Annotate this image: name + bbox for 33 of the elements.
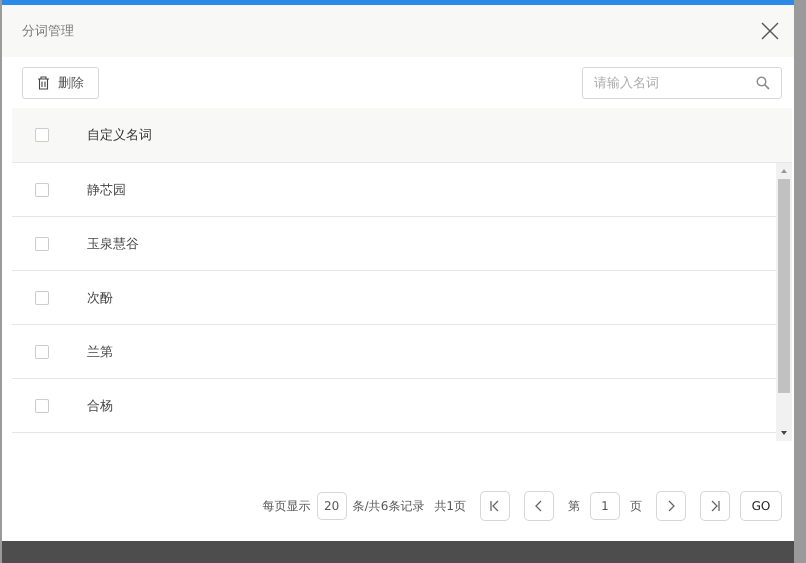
table-cell-text: 玉泉慧谷 <box>87 236 139 252</box>
checkbox[interactable] <box>35 182 49 196</box>
page-prefix: 第 <box>568 498 580 514</box>
checkbox[interactable] <box>35 128 49 142</box>
table-cell-text: 静芯园 <box>87 182 126 198</box>
per-page-label: 每页显示 <box>262 498 311 514</box>
table-cell-text: 兰第 <box>87 344 113 360</box>
page-suffix: 页 <box>630 498 642 514</box>
next-page-button[interactable] <box>656 491 686 521</box>
prev-page-button[interactable] <box>524 491 554 521</box>
last-page-button[interactable] <box>700 491 730 521</box>
checkbox[interactable] <box>35 344 49 358</box>
per-page-field[interactable]: 20 <box>316 492 347 520</box>
bar-chevron-icon <box>489 499 501 513</box>
scrollbar[interactable] <box>776 163 792 441</box>
total-pages-label: 共1页 <box>434 498 466 514</box>
dialog-title: 分词管理 <box>22 23 74 40</box>
search-icon <box>756 76 770 90</box>
trash-icon <box>37 76 50 90</box>
records-label: 条/共6条记录 <box>352 498 424 514</box>
first-page-button[interactable] <box>480 491 510 521</box>
bar-chevron-icon <box>709 499 721 513</box>
close-icon[interactable] <box>760 21 780 41</box>
checkbox[interactable] <box>35 236 49 250</box>
checkbox[interactable] <box>35 290 49 304</box>
column-header: 自定义名词 <box>87 127 152 144</box>
table-cell-text: 次酚 <box>87 290 113 306</box>
search-field[interactable]: 请输入名词 <box>582 67 782 99</box>
go-button[interactable]: GO <box>740 491 782 521</box>
page-field[interactable]: 1 <box>590 492 620 520</box>
checkbox[interactable] <box>35 398 49 412</box>
delete-button[interactable]: 删除 <box>22 67 99 99</box>
table-cell-text: 合杨 <box>87 398 113 414</box>
